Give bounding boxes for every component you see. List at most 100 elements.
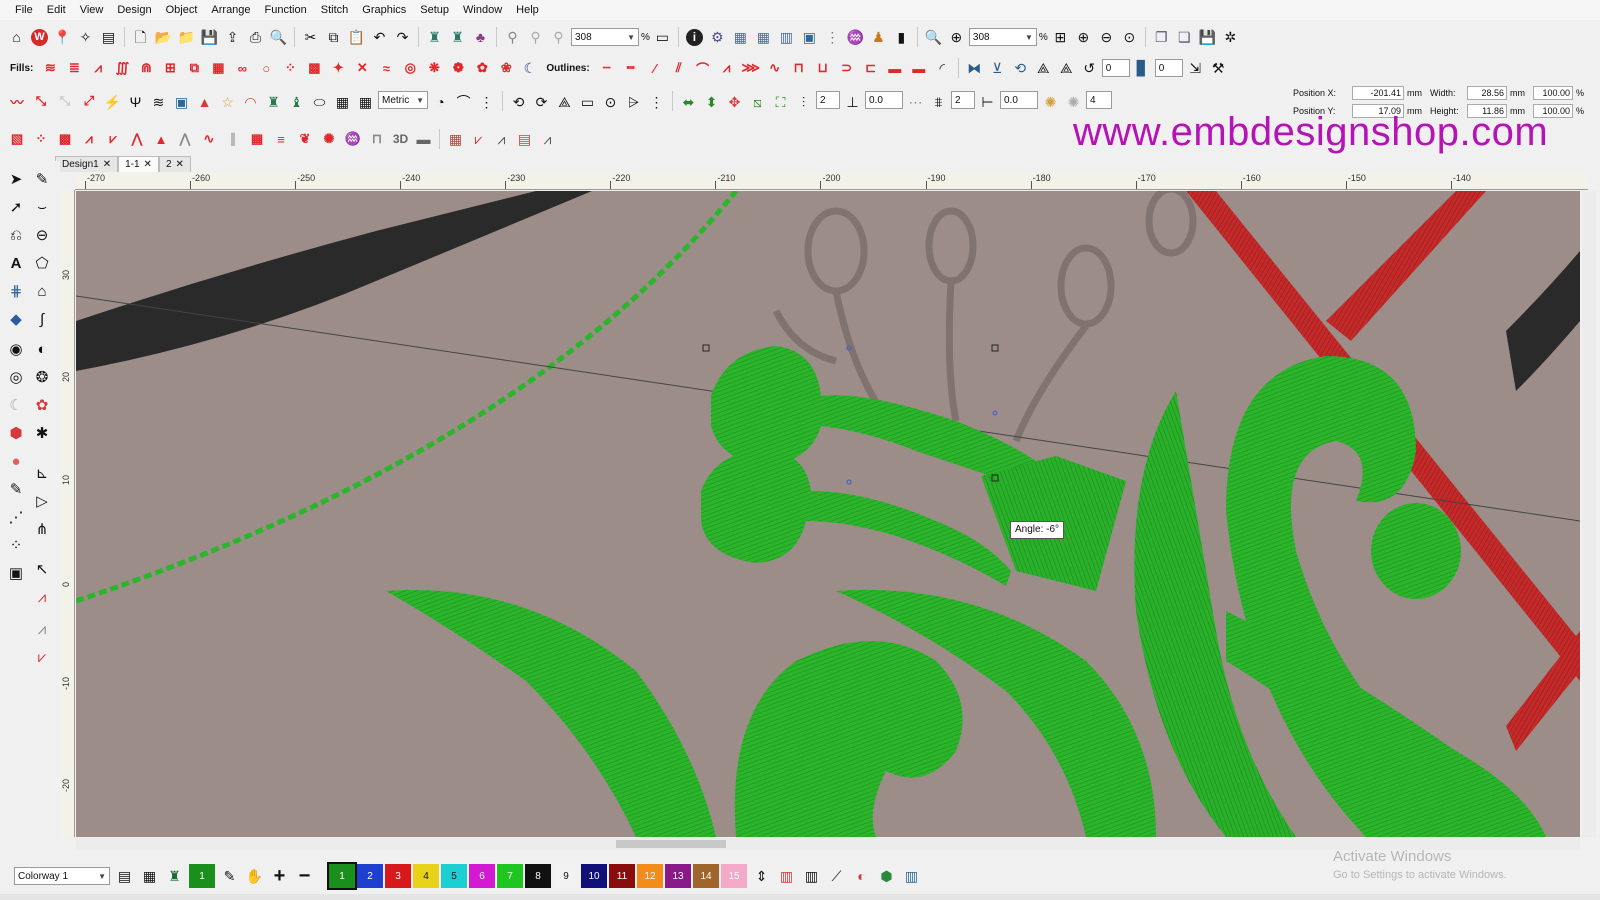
paste-icon[interactable]: 📋 [346, 27, 367, 48]
effect-dots-icon[interactable]: ⁘ [30, 129, 52, 149]
hexagon-icon[interactable]: ⬢ [4, 421, 28, 445]
outline-zig-icon[interactable]: ⩘ [716, 58, 738, 78]
panel-icon[interactable]: ▭ [652, 27, 673, 48]
bars-icon[interactable]: ▥ [776, 27, 797, 48]
stack-icon[interactable]: ❏ [1174, 27, 1195, 48]
knife-icon[interactable]: ⎌ [4, 223, 28, 247]
document-tab[interactable]: 2 ✕ [158, 156, 191, 172]
color-swatch-5[interactable]: 5 [441, 864, 467, 888]
zoom-box-icon[interactable]: ⊙ [1119, 27, 1140, 48]
mirror-icon[interactable]: ⧓ [964, 58, 985, 79]
fill-ring-icon[interactable]: ○ [255, 58, 277, 78]
magic-wand-icon[interactable]: ⚡ [102, 91, 123, 112]
spinner-icon[interactable]: ⇕ [751, 866, 772, 887]
zoom-fit-icon[interactable]: ⊞ [1050, 27, 1071, 48]
spin-c-field[interactable]: 2 [951, 91, 975, 109]
current-color-swatch[interactable]: 1 [189, 864, 215, 888]
spin-b-field[interactable]: 0.0 [865, 91, 903, 109]
3d-icon[interactable]: 3D [390, 129, 411, 150]
shape-tool-icon[interactable]: ⌂ [30, 279, 54, 303]
reshape-icon[interactable]: ⟁ [554, 91, 575, 112]
vspace-icon[interactable]: ⫶ [793, 91, 814, 112]
color-swatch-3[interactable]: 3 [385, 864, 411, 888]
star-tool-icon[interactable]: ✱ [30, 421, 54, 445]
polygon-tool-icon[interactable]: ⬠ [30, 251, 54, 275]
eyedropper-icon[interactable]: ✎ [219, 866, 240, 887]
save-disk-icon[interactable]: 💾 [1197, 27, 1218, 48]
width-field[interactable]: 28.56 [1467, 86, 1507, 100]
effect-spike-icon[interactable]: ⋀ [126, 129, 148, 149]
color-swatch-8[interactable]: 8 [525, 864, 551, 888]
menu-arrange[interactable]: Arrange [204, 0, 257, 20]
spin-angle-field[interactable]: 0 [1101, 59, 1130, 77]
width-percent-field[interactable]: 100.00 [1533, 86, 1573, 100]
outline-square-icon[interactable]: ⊓ [788, 58, 810, 78]
layers-icon[interactable]: ≋ [148, 91, 169, 112]
people-icon[interactable]: ♝ [286, 91, 307, 112]
color-list-icon[interactable]: ▤ [114, 866, 135, 887]
color-cube-icon[interactable]: ⬢ [876, 866, 897, 887]
paint-bucket-icon[interactable]: ✋ [244, 866, 265, 887]
menu-function[interactable]: Function [258, 0, 314, 20]
save-icon[interactable]: 💾 [199, 27, 220, 48]
stitch-player-icon[interactable]: ♜ [424, 27, 445, 48]
design-icon[interactable]: ▦ [730, 27, 751, 48]
close-tab-icon[interactable]: ✕ [176, 159, 184, 170]
fork-icon[interactable]: Ψ [125, 91, 146, 112]
color-swatch-13[interactable]: 13 [665, 864, 691, 888]
color-swatch-9[interactable]: 9 [553, 864, 579, 888]
hspace-icon[interactable]: ⊥ [842, 91, 863, 112]
door-icon[interactable]: ▊ [1132, 58, 1153, 79]
wand-icon[interactable]: ✧ [75, 27, 96, 48]
curve-icon[interactable]: ◜ [932, 58, 953, 79]
cut-icon[interactable]: ✂ [300, 27, 321, 48]
effect-sun-icon[interactable]: ✺ [318, 129, 340, 149]
open-folder-icon[interactable]: 📂 [153, 27, 174, 48]
frame-icon[interactable]: ▣ [799, 27, 820, 48]
fill-satin-icon[interactable]: ≣ [63, 58, 85, 78]
shirt-icon[interactable]: ♜ [263, 91, 284, 112]
outline-cross-icon[interactable]: ⊏ [860, 58, 882, 78]
node-tool-icon[interactable]: ⋰ [4, 505, 28, 529]
effect-grey-icon[interactable]: ⋀ [174, 129, 196, 149]
menu-stitch[interactable]: Stitch [314, 0, 356, 20]
lasso-icon[interactable]: ➚ [4, 195, 28, 219]
measure-tool-icon[interactable]: ⊾ [30, 461, 54, 485]
picture-icon[interactable]: ▣ [171, 91, 192, 112]
outline-back-icon[interactable]: ⫽ [668, 58, 690, 78]
stitch-edit-icon[interactable]: ▦ [445, 129, 466, 150]
effect-tree-icon[interactable]: ⩗ [102, 129, 124, 149]
arc-icon[interactable]: ⌒ [453, 91, 474, 112]
line-icon[interactable]: ▬ [413, 129, 434, 150]
effect-grey3-icon[interactable]: ⊓ [366, 129, 388, 149]
menu-view[interactable]: View [73, 0, 111, 20]
menu-setup[interactable]: Setup [413, 0, 456, 20]
settings-x-icon[interactable]: ✲ [1220, 27, 1241, 48]
frame-tool-icon[interactable]: ▣ [4, 561, 28, 585]
units-combo[interactable]: Metric ▼ [378, 91, 428, 109]
text-tool-icon[interactable]: A [4, 251, 28, 275]
menu-object[interactable]: Object [159, 0, 205, 20]
color-swatch-7[interactable]: 7 [497, 864, 523, 888]
copy-icon[interactable]: ⧉ [323, 27, 344, 48]
skew-icon[interactable]: ⟁ [1033, 58, 1054, 79]
moon-icon[interactable]: ☾ [519, 58, 540, 79]
outline-stem-icon[interactable]: ⁄ [644, 58, 666, 78]
colorway-combo[interactable]: Colorway 1 ▼ [14, 867, 110, 885]
reset-icon[interactable]: ↺ [1079, 58, 1100, 79]
stitch-grey-icon[interactable]: ⩘ [30, 617, 54, 641]
fill-motif-icon[interactable]: ⋒ [135, 58, 157, 78]
pencil-tool-icon[interactable]: ✎ [4, 477, 28, 501]
ring-tool-icon[interactable]: ◎ [4, 365, 28, 389]
dots-tool-icon[interactable]: ⁘ [4, 533, 28, 557]
needle-icon[interactable]: ⟋ [826, 866, 847, 887]
position-x-field[interactable]: -201.41 [1352, 86, 1404, 100]
thread-chart2-icon[interactable]: ▥ [801, 866, 822, 887]
info-icon[interactable]: i [684, 27, 705, 48]
effect-swirl-icon[interactable]: ❦ [294, 129, 316, 149]
zoom-combo[interactable]: 308 ▼ [571, 28, 639, 46]
pin-icon[interactable]: 📍 [52, 27, 73, 48]
circle-tool-icon[interactable]: ◉ [4, 337, 28, 361]
effect-fire-icon[interactable]: ▲ [150, 129, 172, 149]
scale-xy-icon[interactable]: ⧅ [747, 91, 768, 112]
